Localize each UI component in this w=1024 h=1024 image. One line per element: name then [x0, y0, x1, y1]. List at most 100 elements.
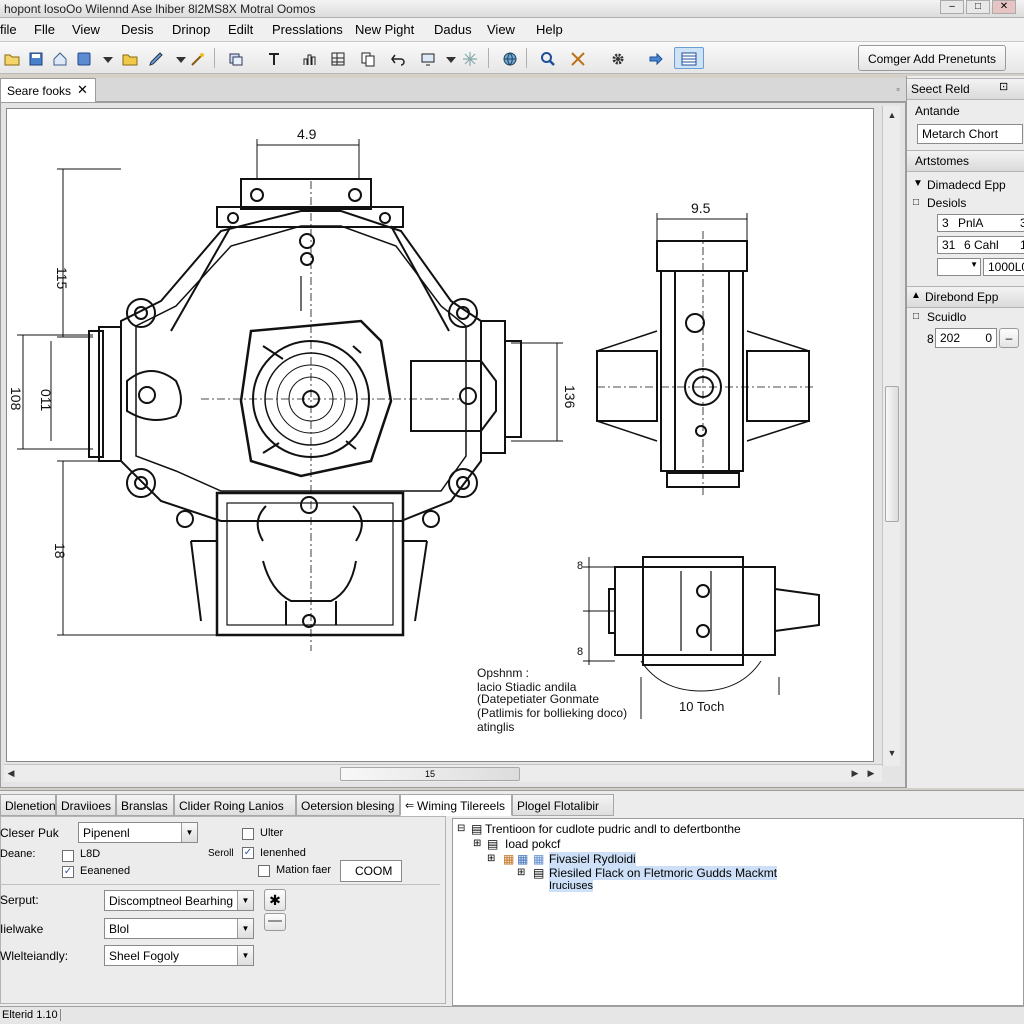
gear-icon[interactable]	[606, 47, 628, 69]
clear-value: Pipenenl	[83, 826, 130, 840]
menu-new-pight[interactable]: New Pight	[355, 22, 414, 37]
tab-oetersion[interactable]: Oetersion blesing	[296, 794, 400, 816]
split-button[interactable]	[264, 913, 286, 931]
close-tab-icon[interactable]: ✕	[77, 82, 88, 98]
scroll-up-icon[interactable]: ▲	[885, 110, 899, 120]
chart-icon[interactable]	[298, 47, 320, 69]
close-window-button[interactable]: ✕	[992, 0, 1016, 14]
tree-expand-icon[interactable]: ⊟	[457, 823, 465, 834]
coom-field[interactable]: COOM	[340, 860, 402, 882]
scuidlo-field[interactable]: 202 0	[935, 328, 997, 348]
canvas-vscrollbar[interactable]: ▲ ▼	[882, 106, 900, 766]
monitor-icon[interactable]	[416, 47, 438, 69]
serput-combo[interactable]: Discomptneol Bearhing ▼	[104, 890, 254, 911]
tree-child[interactable]: Ioad pokcf	[505, 837, 560, 851]
undo-icon[interactable]	[386, 47, 408, 69]
tree-expand-icon-4[interactable]: ⊞	[517, 867, 525, 878]
tab-wiming-tilereels[interactable]: ⇐ Wiming Tilereels	[400, 794, 512, 816]
disk-icon[interactable]	[72, 47, 94, 69]
add-prenetunts-button[interactable]: Comger Add Prenetunts	[858, 45, 1006, 71]
l8d-checkbox[interactable]	[62, 850, 74, 862]
copy-icon[interactable]	[356, 47, 378, 69]
menu-desis[interactable]: Desis	[121, 22, 154, 37]
scuidlo-minus-button[interactable]: –	[999, 328, 1019, 348]
scroll-down-icon[interactable]: ▼	[885, 748, 899, 758]
minimize-button[interactable]: –	[940, 0, 964, 14]
menu-flle[interactable]: Flle	[34, 22, 55, 37]
snowflake-icon[interactable]	[458, 47, 480, 69]
tab-scroll-icon[interactable]: ▫	[892, 84, 904, 94]
resnahed-checkbox[interactable]: ✓	[242, 847, 254, 859]
menu-edit[interactable]: Edilt	[228, 22, 253, 37]
drawing-canvas[interactable]: 4.9 115 108 011 18 136 9.5 8 8 10 Toch O…	[6, 108, 874, 762]
menu-file[interactable]: file	[0, 22, 17, 37]
menu-view-2[interactable]: View	[487, 22, 515, 37]
scroll-left-icon[interactable]: ◀	[6, 768, 16, 779]
eeanened-checkbox[interactable]: ✓	[62, 866, 74, 878]
layout-view-icon[interactable]	[674, 47, 704, 69]
tree-root[interactable]: Trentioon for cudlote pudric andl to def…	[485, 822, 741, 836]
desiols-row-3-combo[interactable]: ▼	[937, 258, 981, 276]
globe-icon[interactable]	[498, 47, 520, 69]
tree-item-3[interactable]: Iruciuses	[549, 880, 594, 892]
tree-expand-icon-2[interactable]: ⊞	[473, 838, 481, 849]
vscroll-thumb[interactable]	[885, 386, 899, 522]
desiols-row-3-value[interactable]: 1000L0	[983, 258, 1024, 276]
maximize-button[interactable]: □	[966, 0, 990, 14]
tab-dlenetion[interactable]: Dlenetion	[0, 794, 56, 816]
menu-dadus[interactable]: Dadus	[434, 22, 472, 37]
menu-view[interactable]: View	[72, 22, 100, 37]
collapse-icon-2[interactable]: ▲	[911, 290, 921, 301]
collapse-icon-3[interactable]: □	[913, 311, 919, 322]
tree-item-1[interactable]: Fivasiel Rydloidi	[549, 852, 636, 866]
folder-icon[interactable]	[118, 47, 140, 69]
asterisk-button[interactable]: ✱	[264, 889, 286, 911]
tab-branslas[interactable]: Branslas	[116, 794, 174, 816]
wind-combo[interactable]: Sheel Fogoly ▼	[104, 945, 254, 966]
arrow-right-icon[interactable]	[644, 47, 666, 69]
tab-draviioes[interactable]: Draviioes	[56, 794, 116, 816]
search-icon[interactable]	[536, 47, 558, 69]
chart-field[interactable]: Metarch Chort	[917, 124, 1023, 144]
scroll-right-icon[interactable]: ▶	[850, 768, 860, 779]
menu-help[interactable]: Help	[536, 22, 563, 37]
hscroll-thumb[interactable]: 15	[340, 767, 520, 781]
menu-drinop[interactable]: Drinop	[172, 22, 210, 37]
canvas-hscrollbar[interactable]: ◀ 15 ▶ ▶	[4, 764, 882, 782]
desiols-row-2[interactable]: 31 6 Cahl 1	[937, 236, 1024, 254]
grid-icon[interactable]	[326, 47, 348, 69]
document-tab[interactable]: Seare fooks ✕	[0, 78, 96, 102]
open-icon[interactable]	[0, 47, 22, 69]
save-icon[interactable]	[24, 47, 46, 69]
row1-c: 3	[1020, 216, 1024, 230]
tree-expand-icon-3[interactable]: ⊞	[487, 853, 495, 864]
dropdown-arrow-icon-3[interactable]	[442, 47, 456, 69]
pin-icon[interactable]: ⊡	[999, 80, 1008, 93]
mation-checkbox[interactable]	[258, 865, 270, 877]
scroll-right-icon-2[interactable]: ▶	[866, 768, 876, 779]
clear-combo[interactable]: Pipenenl ▼	[78, 822, 198, 843]
text-tool-icon[interactable]	[262, 47, 284, 69]
wand-icon[interactable]	[186, 47, 208, 69]
desiols-row-1[interactable]: 3 PnlA 3	[937, 214, 1024, 232]
dropdown-arrow-icon-4[interactable]: ▼	[970, 260, 978, 269]
collapse-icon[interactable]: □	[913, 197, 919, 208]
layers-icon[interactable]	[224, 47, 246, 69]
dropdown-arrow-icon-2[interactable]	[172, 47, 186, 69]
ulter-checkbox[interactable]	[242, 828, 254, 840]
wake-combo[interactable]: Blol ▼	[104, 918, 254, 939]
tree-view[interactable]: ⊟ ▤ Trentioon for cudlote pudric andl to…	[452, 818, 1024, 1006]
dropdown-arrow-icon-5[interactable]: ▼	[181, 823, 197, 842]
expand-icon[interactable]: ▼	[913, 178, 923, 189]
dropdown-arrow-icon-8[interactable]: ▼	[237, 946, 253, 965]
menu-presslations[interactable]: Presslations	[272, 22, 343, 37]
tab-clider-roing[interactable]: Clider Roing Lanios	[174, 794, 296, 816]
dropdown-arrow-icon-6[interactable]: ▼	[237, 891, 253, 910]
dropdown-arrow-icon-7[interactable]: ▼	[237, 919, 253, 938]
pen-tool-icon[interactable]	[144, 47, 166, 69]
dropdown-arrow-icon[interactable]	[98, 47, 113, 69]
tree-item-2[interactable]: Riesiled Flack on Fletmoric Gudds Mackmt	[549, 866, 778, 880]
tab-plogel[interactable]: Plogel Flotalibir	[512, 794, 614, 816]
home-icon[interactable]	[48, 47, 70, 69]
tools-icon[interactable]	[566, 47, 588, 69]
